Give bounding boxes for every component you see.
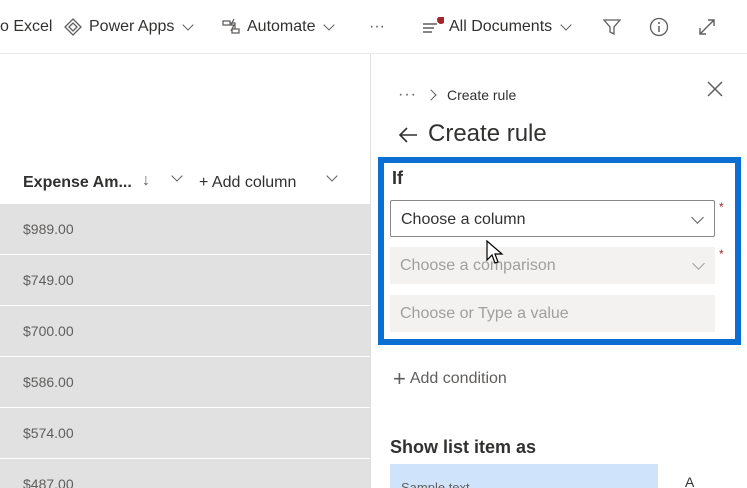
if-label: If: [392, 168, 403, 188]
comparison-dropdown-placeholder: Choose a comparison: [400, 257, 556, 274]
chevron-down-icon: [560, 18, 572, 31]
chevron-down-icon[interactable]: [326, 170, 338, 182]
amount-cell: $574.00: [23, 425, 74, 441]
amount-cell: $749.00: [23, 272, 74, 288]
add-condition-label: Add condition: [409, 370, 507, 387]
breadcrumb-current: Create rule: [446, 87, 517, 103]
comparison-dropdown[interactable]: Choose a comparison: [390, 247, 715, 284]
chevron-down-icon: [182, 18, 195, 31]
chevron-down-icon[interactable]: [171, 170, 183, 182]
export-excel-label: o Excel: [0, 18, 53, 35]
add-condition-button[interactable]: + Add condition: [393, 366, 507, 391]
export-to-excel-button[interactable]: o Excel: [0, 14, 52, 40]
list-view: Expense Am... ↓ + Add column $989.00 $74…: [0, 54, 370, 488]
table-row[interactable]: $700.00: [0, 306, 370, 357]
automate-button[interactable]: Automate: [221, 14, 336, 40]
value-combobox[interactable]: Choose or Type a value: [390, 295, 715, 332]
amount-cell: $487.00: [23, 476, 74, 488]
column-dropdown[interactable]: Choose a column: [390, 200, 715, 237]
info-icon[interactable]: [649, 17, 669, 37]
column-header-expense-amount[interactable]: Expense Am...: [23, 174, 132, 192]
chevron-down-icon: [323, 18, 336, 31]
create-rule-panel: ··· Create rule Create rule If Choose a …: [370, 54, 747, 488]
more-commands-button[interactable]: ···: [369, 14, 385, 40]
view-switcher[interactable]: All Documents: [420, 14, 572, 40]
required-marker: *: [719, 247, 724, 261]
view-list-icon: [423, 17, 444, 33]
back-arrow-icon[interactable]: [397, 124, 419, 146]
expand-icon[interactable]: [697, 17, 717, 37]
plus-icon: +: [393, 366, 406, 391]
sample-text: Sample text: [401, 480, 470, 488]
automate-label: Automate: [247, 18, 316, 35]
chevron-right-icon: [425, 89, 437, 101]
power-apps-button[interactable]: Power Apps: [63, 14, 195, 40]
add-column-button[interactable]: + Add column: [199, 174, 296, 192]
show-as-label: Show list item as: [390, 437, 537, 457]
amount-cell: $586.00: [23, 374, 74, 390]
table-row[interactable]: $586.00: [0, 357, 370, 408]
breadcrumb: ··· Create rule: [398, 86, 516, 104]
filter-icon[interactable]: [602, 17, 622, 37]
value-combobox-placeholder: Choose or Type a value: [400, 305, 569, 322]
column-dropdown-placeholder: Choose a column: [401, 211, 526, 228]
chevron-down-icon: [692, 257, 705, 270]
automate-icon: [222, 18, 240, 34]
required-marker: *: [719, 200, 724, 214]
table-row[interactable]: $989.00: [0, 204, 370, 255]
close-icon[interactable]: [704, 78, 726, 100]
power-apps-icon: [64, 18, 82, 36]
chevron-down-icon: [691, 211, 704, 224]
panel-title: Create rule: [428, 120, 547, 147]
view-label: All Documents: [449, 18, 553, 35]
mouse-cursor-icon: [486, 240, 504, 264]
text-format-icon[interactable]: A: [685, 474, 694, 488]
power-apps-label: Power Apps: [89, 18, 175, 35]
column-header-row: Expense Am... ↓ + Add column: [0, 158, 370, 208]
table-row[interactable]: $574.00: [0, 408, 370, 459]
amount-cell: $700.00: [23, 323, 74, 339]
sample-text-preview[interactable]: Sample text: [390, 464, 658, 488]
breadcrumb-more-button[interactable]: ···: [398, 86, 417, 104]
command-bar: o Excel Power Apps Automate ··· All Docu…: [0, 0, 747, 54]
sort-down-icon: ↓: [142, 172, 150, 189]
table-row[interactable]: $487.00: [0, 459, 370, 488]
amount-cell: $989.00: [23, 221, 74, 237]
more-icon: ···: [369, 18, 385, 35]
table-row[interactable]: $749.00: [0, 255, 370, 306]
